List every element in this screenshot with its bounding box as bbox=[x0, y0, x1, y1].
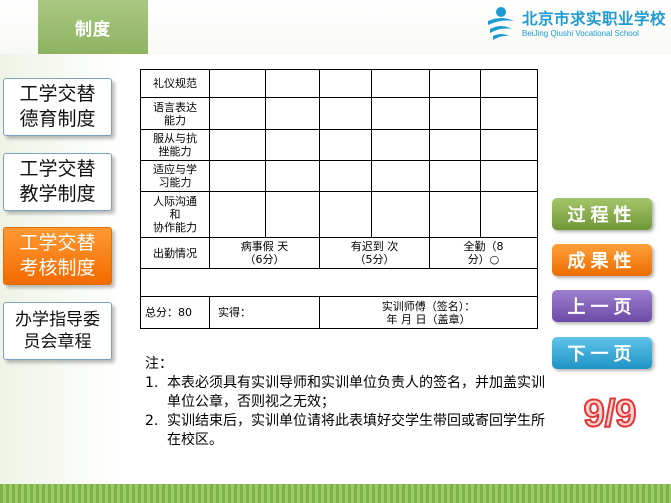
total-row: 总分：80 实得： 实训师傅（签名）： 年 月 日（盖章） bbox=[140, 296, 538, 329]
note-number: 1. bbox=[145, 375, 159, 391]
actual-score: 实得： bbox=[209, 296, 320, 329]
page-number: 9/9 bbox=[583, 392, 638, 436]
table-row: 礼仪规范 bbox=[140, 69, 538, 98]
note-text: 本表必须具有实训导师和实训单位负责人的签名，并加盖实训单位公章，否则视之无效； bbox=[167, 375, 545, 410]
row-label: 适应与学 习能力 bbox=[140, 160, 210, 192]
section-title: 制度 bbox=[38, 0, 148, 54]
attendance-label: 出勤情况 bbox=[140, 237, 210, 269]
nav-item-teaching-system[interactable]: 工学交替 教学制度 bbox=[3, 153, 112, 211]
next-page-button[interactable]: 下一页 bbox=[552, 337, 652, 369]
row-label: 礼仪规范 bbox=[140, 69, 210, 98]
note-item: 1. 本表必须具有实训导师和实训单位负责人的签名，并加盖实训单位公章，否则视之无… bbox=[145, 374, 545, 412]
nav-item-moral-system[interactable]: 工学交替 德育制度 bbox=[3, 78, 112, 136]
total-score: 总分：80 bbox=[140, 296, 210, 329]
row-label: 人际沟通 和 协作能力 bbox=[140, 191, 210, 238]
table-row: 人际沟通 和 协作能力 bbox=[140, 191, 538, 238]
nav-item-assessment-system[interactable]: 工学交替 考核制度 bbox=[3, 227, 112, 285]
row-label: 语言表达 能力 bbox=[140, 97, 210, 130]
table-row: 适应与学 习能力 bbox=[140, 160, 538, 192]
assessment-table: 礼仪规范 语言表达 能力 服从与抗 挫能力 适应与学 习能力 人际沟通 和 协作… bbox=[140, 69, 538, 329]
notes-title: 注： bbox=[145, 356, 173, 372]
note-item: 2. 实训结束后，实训单位请将此表填好交学生带回或寄回学生所在校区。 bbox=[145, 412, 545, 450]
nav-item-committee-charter[interactable]: 办学指导委 员会章程 bbox=[3, 302, 112, 360]
sick-leave-cell: 病事假 天 （6分） bbox=[209, 237, 320, 269]
school-emblem-icon bbox=[488, 7, 514, 40]
school-logo: 北京市求实职业学校 BeiJing Qiushi Vocational Scho… bbox=[484, 5, 667, 45]
result-button[interactable]: 成果性 bbox=[552, 244, 652, 276]
blank-row bbox=[140, 268, 538, 297]
school-name-cn: 北京市求实职业学校 bbox=[522, 10, 667, 28]
table-row: 服从与抗 挫能力 bbox=[140, 129, 538, 161]
note-text: 实训结束后，实训单位请将此表填好交学生带回或寄回学生所在校区。 bbox=[167, 413, 545, 448]
attendance-row: 出勤情况 病事假 天 （6分） 有迟到 次 （5分） 全勤（8 分）○ bbox=[140, 237, 538, 269]
footer-bar bbox=[0, 484, 671, 503]
table-row: 语言表达 能力 bbox=[140, 97, 538, 130]
process-button[interactable]: 过程性 bbox=[552, 198, 652, 230]
note-number: 2. bbox=[145, 413, 159, 429]
notes: 注： 1. 本表必须具有实训导师和实训单位负责人的签名，并加盖实训单位公章，否则… bbox=[145, 355, 545, 450]
row-label: 服从与抗 挫能力 bbox=[140, 129, 210, 161]
mentor-signature: 实训师傅（签名）： 年 月 日（盖章） bbox=[319, 296, 538, 329]
full-attendance-cell: 全勤（8 分）○ bbox=[429, 237, 538, 269]
late-cell: 有迟到 次 （5分） bbox=[319, 237, 430, 269]
previous-page-button[interactable]: 上一页 bbox=[552, 290, 652, 322]
school-name-en: BeiJing Qiushi Vocational School bbox=[522, 29, 639, 38]
